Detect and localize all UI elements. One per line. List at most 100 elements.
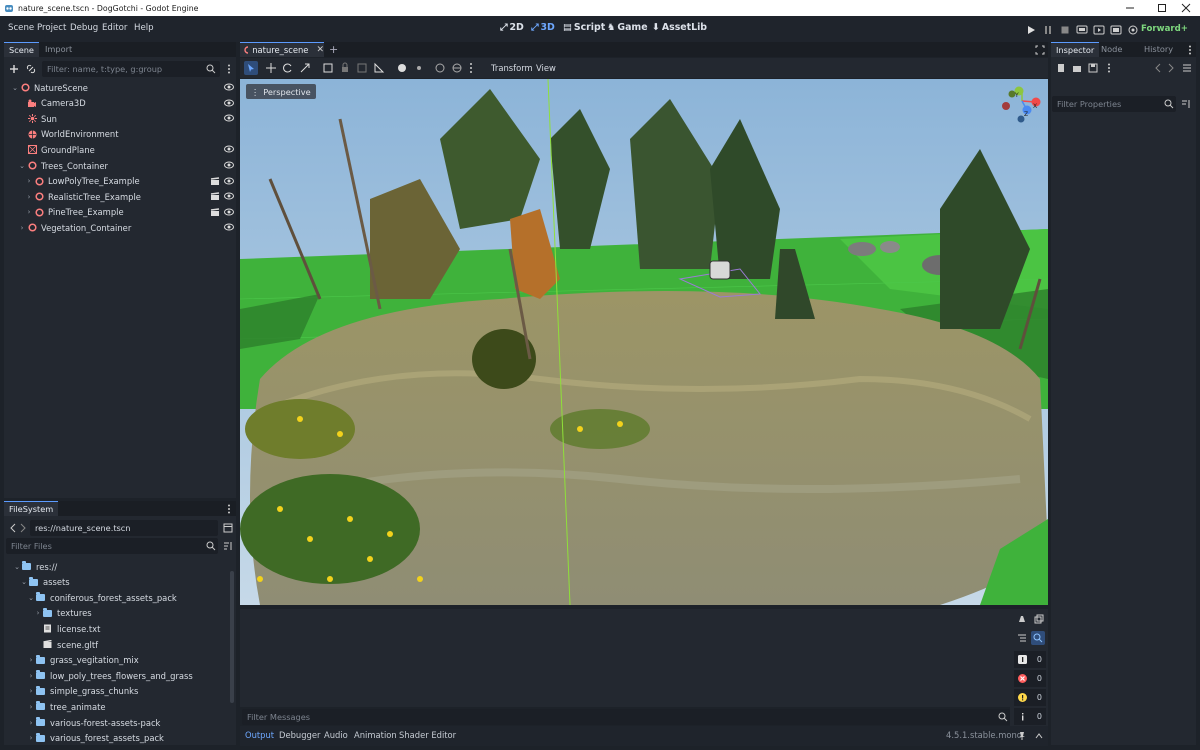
more-icon[interactable]	[1103, 62, 1115, 74]
menu-debug[interactable]: Debug	[70, 23, 98, 33]
chevron-right-icon[interactable]: ›	[26, 703, 36, 711]
chevron-right-icon[interactable]: ›	[26, 687, 36, 695]
scene-node[interactable]: › RealisticTree_Example	[10, 189, 238, 204]
chevron-right-icon[interactable]: ›	[17, 224, 27, 232]
viewport-3d[interactable]: ⋮ Perspective Y X Z	[240, 79, 1048, 605]
stop-icon[interactable]	[1059, 24, 1071, 36]
visibility-icon[interactable]	[224, 83, 234, 91]
folder-item[interactable]: ⌄ coniferous_forest_assets_pack	[12, 590, 177, 605]
play-scene-icon[interactable]	[1093, 24, 1105, 36]
workspace-assetlib[interactable]: ⬇ AssetLib	[652, 22, 707, 33]
folder-item[interactable]: › tree_animate	[12, 699, 106, 714]
search-toggle-icon[interactable]	[1031, 631, 1045, 645]
kebab-menu-icon[interactable]	[223, 503, 235, 515]
expand-panel-icon[interactable]	[1033, 730, 1045, 742]
scene-node[interactable]: WorldEnvironment	[10, 127, 238, 142]
tab-audio[interactable]: Audio	[324, 730, 348, 740]
chevron-right-icon[interactable]: ›	[33, 609, 43, 617]
clear-output-icon[interactable]	[1016, 613, 1028, 625]
chevron-right-icon[interactable]: ›	[26, 734, 36, 742]
kebab-menu-icon[interactable]	[469, 62, 481, 74]
folder-item[interactable]: › low_poly_trees_flowers_and_grass	[12, 668, 193, 683]
globe-icon[interactable]	[451, 62, 463, 74]
path-field[interactable]: res://nature_scene.tscn	[30, 520, 218, 536]
info-counter[interactable]: 0	[1014, 708, 1046, 725]
tab-node[interactable]: Node	[1096, 42, 1127, 57]
folder-item[interactable]: › simple_grass_chunks	[12, 684, 138, 699]
history-forward-icon[interactable]	[1165, 62, 1177, 74]
property-filter-icon[interactable]	[1180, 98, 1192, 110]
folder-item[interactable]: › textures	[12, 606, 92, 621]
group-icon[interactable]	[356, 62, 368, 74]
pause-icon[interactable]	[1042, 24, 1054, 36]
chevron-right-icon[interactable]: ›	[26, 672, 36, 680]
select-tool-icon[interactable]	[244, 61, 258, 75]
snap-icon[interactable]	[396, 62, 408, 74]
add-tab-button[interactable]: +	[329, 43, 338, 56]
open-scene-icon[interactable]	[210, 208, 220, 216]
tab-animation[interactable]: Animation	[354, 730, 397, 740]
error-counter[interactable]: 0	[1014, 670, 1046, 687]
file-item[interactable]: scene.gltf	[12, 637, 98, 652]
menu-editor[interactable]: Editor	[102, 23, 127, 33]
scene-node[interactable]: › Vegetation_Container	[10, 220, 238, 235]
rotate-tool-icon[interactable]	[282, 62, 294, 74]
visibility-icon[interactable]	[224, 99, 234, 107]
open-scene-icon[interactable]	[210, 176, 220, 185]
new-resource-icon[interactable]	[1055, 62, 1067, 74]
kebab-menu-icon[interactable]	[1184, 44, 1196, 56]
chevron-down-icon[interactable]: ⌄	[26, 594, 36, 602]
play-custom-icon[interactable]	[1110, 24, 1122, 36]
open-folder-icon[interactable]	[1071, 62, 1083, 74]
message-counter[interactable]: 0	[1014, 651, 1046, 668]
menu-help[interactable]: Help	[134, 23, 154, 33]
scale-tool-icon[interactable]	[299, 62, 311, 74]
chevron-right-icon[interactable]: ›	[24, 177, 34, 185]
visibility-icon[interactable]	[224, 192, 234, 200]
workspace-3d[interactable]: ⤢ 3D	[531, 22, 555, 33]
tab-debugger[interactable]: Debugger	[279, 730, 320, 740]
add-node-icon[interactable]	[8, 63, 20, 75]
minimize-icon[interactable]	[1116, 0, 1144, 16]
renderer-selector[interactable]: Forward+	[1141, 24, 1188, 34]
visibility-icon[interactable]	[224, 223, 234, 231]
warning-counter[interactable]: 0	[1014, 689, 1046, 706]
forward-icon[interactable]	[17, 522, 29, 534]
visibility-icon[interactable]	[224, 145, 234, 153]
scene-node[interactable]: Sun	[10, 111, 238, 126]
scene-node[interactable]: Camera3D	[10, 96, 238, 111]
object-history-icon[interactable]	[1181, 62, 1193, 74]
history-back-icon[interactable]	[1152, 62, 1164, 74]
filesystem-scrollbar[interactable]	[230, 571, 234, 703]
visibility-icon[interactable]	[224, 208, 234, 216]
tab-shader-editor[interactable]: Shader Editor	[399, 730, 456, 740]
scene-node[interactable]: › LowPolyTree_Example	[10, 174, 238, 189]
visibility-icon[interactable]	[224, 114, 234, 122]
menu-project[interactable]: Project	[37, 23, 66, 33]
close-icon[interactable]	[1172, 0, 1200, 16]
chevron-right-icon[interactable]: ›	[26, 656, 36, 664]
environment-preview-icon[interactable]	[434, 62, 446, 74]
folder-item[interactable]: › various_forest_assets_pack	[12, 731, 164, 746]
open-scene-icon[interactable]	[210, 192, 220, 201]
tab-scene[interactable]: Scene	[4, 42, 39, 57]
workspace-2d[interactable]: ⤢ 2D	[500, 22, 524, 33]
tab-output[interactable]: Output	[245, 730, 274, 740]
scene-node[interactable]: › PineTree_Example	[10, 205, 238, 220]
list-select-icon[interactable]	[322, 62, 334, 74]
chevron-down-icon[interactable]: ⌄	[12, 563, 22, 571]
folder-item[interactable]: › various-forest-assets-pack	[12, 715, 160, 730]
move-tool-icon[interactable]	[265, 62, 277, 74]
play-icon[interactable]	[1025, 24, 1037, 36]
visibility-icon[interactable]	[224, 161, 234, 169]
workspace-script[interactable]: ▤ Script	[563, 22, 605, 33]
folder-item[interactable]: ⌄ assets	[12, 575, 70, 590]
tab-nature-scene[interactable]: nature_scene ✕	[240, 42, 324, 57]
sort-icon[interactable]	[222, 540, 234, 552]
remote-debug-icon[interactable]	[1076, 24, 1088, 36]
tab-inspector[interactable]: Inspector	[1051, 42, 1100, 57]
workspace-game[interactable]: ♞ Game	[607, 22, 648, 33]
tab-filesystem[interactable]: FileSystem	[4, 501, 59, 516]
ruler-icon[interactable]	[373, 62, 385, 74]
view-menu[interactable]: View	[536, 63, 556, 73]
